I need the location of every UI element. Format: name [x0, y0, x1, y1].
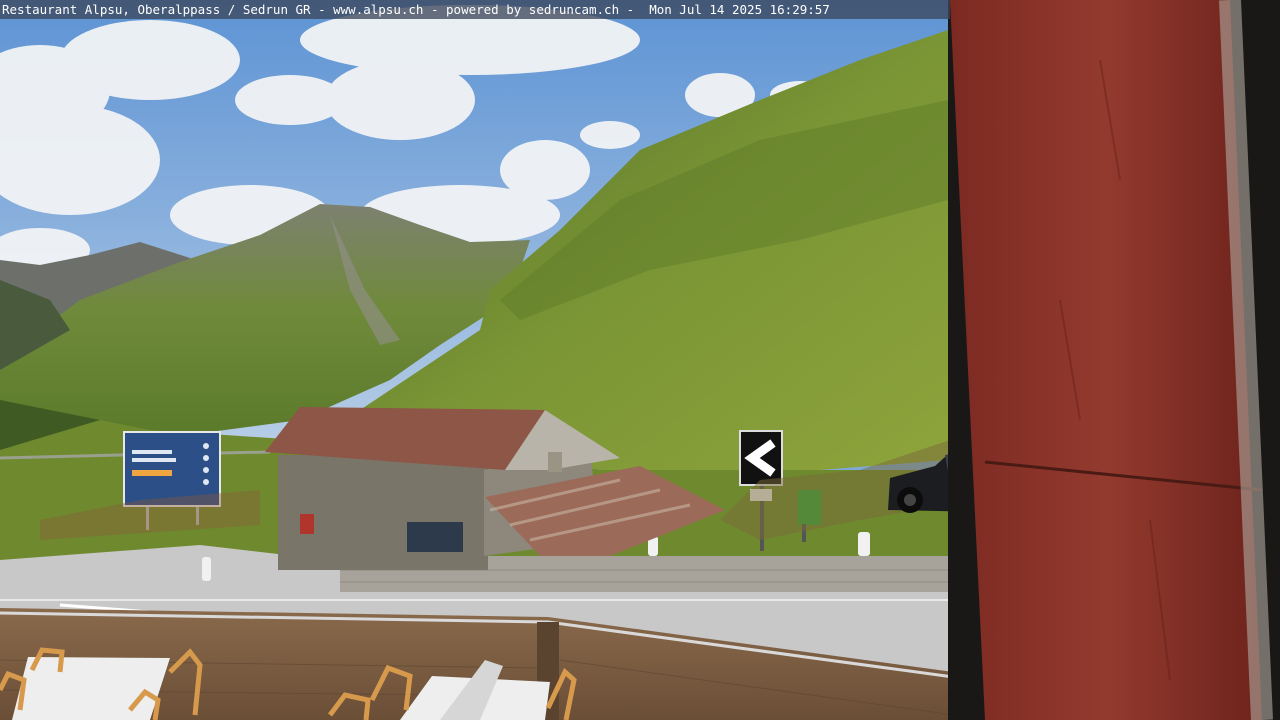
webcam-scene	[0, 0, 1280, 720]
webcam-caption-bar: Restaurant Alpsu, Oberalppass / Sedrun G…	[0, 0, 950, 19]
red-pillar	[948, 0, 1280, 720]
webcam-caption-text: Restaurant Alpsu, Oberalppass / Sedrun G…	[2, 2, 830, 17]
